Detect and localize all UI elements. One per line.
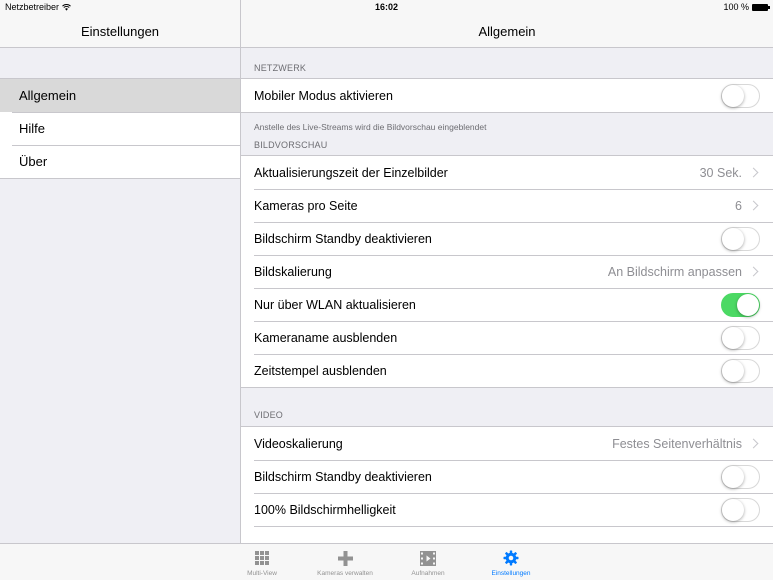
standby-preview-toggle[interactable] bbox=[721, 226, 760, 251]
row-partial bbox=[241, 526, 773, 543]
master-pane: Einstellungen Allgemein Hilfe Über bbox=[0, 0, 241, 543]
grid-icon bbox=[255, 551, 269, 565]
row-label: Nur über WLAN aktualisieren bbox=[254, 297, 416, 312]
screen: Netzbetreiber 16:02 100 % Einstellungen … bbox=[0, 0, 773, 580]
master-item-ueber[interactable]: Über bbox=[0, 145, 240, 178]
chevron-right-icon bbox=[748, 438, 759, 449]
section-header-bildvorschau: BILDVORSCHAU bbox=[254, 140, 328, 150]
tab-label: Kameras verwalten bbox=[317, 570, 373, 577]
row-image-scaling[interactable]: Bildskalierung An Bildschirm anpassen bbox=[241, 255, 773, 288]
row-cameras-per-page[interactable]: Kameras pro Seite 6 bbox=[241, 189, 773, 222]
chevron-right-icon bbox=[748, 266, 759, 277]
chevron-right-icon bbox=[748, 167, 759, 178]
group-bildvorschau: Aktualisierungszeit der Einzelbilder 30 … bbox=[241, 155, 773, 388]
chevron-right-icon bbox=[748, 200, 759, 211]
row-standby-video: Bildschirm Standby deaktivieren bbox=[241, 460, 773, 493]
section-header-video: VIDEO bbox=[254, 410, 284, 420]
detail-pane: Allgemein NETZWERK Mobiler Modus aktivie… bbox=[241, 0, 773, 543]
film-icon bbox=[420, 550, 436, 566]
status-time: 16:02 bbox=[374, 2, 399, 12]
tab-aufnahmen[interactable]: Aufnahmen bbox=[393, 549, 463, 577]
plus-icon bbox=[337, 550, 353, 566]
row-value: Festes Seitenverhältnis bbox=[612, 436, 742, 451]
row-video-scaling[interactable]: Videoskalierung Festes Seitenverhältnis bbox=[241, 427, 773, 460]
wlan-only-toggle[interactable] bbox=[721, 292, 760, 317]
row-refresh-time[interactable]: Aktualisierungszeit der Einzelbilder 30 … bbox=[241, 156, 773, 189]
master-title: Einstellungen bbox=[80, 24, 160, 39]
group-netzwerk: Mobiler Modus aktivieren bbox=[241, 78, 773, 113]
row-mobile-mode: Mobiler Modus aktivieren bbox=[241, 79, 773, 112]
row-hide-camera-name: Kameraname ausblenden bbox=[241, 321, 773, 354]
row-label: Videoskalierung bbox=[254, 436, 343, 451]
tab-einstellungen[interactable]: Einstellungen bbox=[476, 549, 546, 577]
group-video: Videoskalierung Festes Seitenverhältnis … bbox=[241, 426, 773, 543]
tab-label: Aufnahmen bbox=[411, 570, 445, 577]
row-value: 30 Sek. bbox=[699, 165, 742, 180]
brightness-toggle[interactable] bbox=[721, 497, 760, 522]
row-value: An Bildschirm anpassen bbox=[607, 264, 742, 279]
row-label: Kameras pro Seite bbox=[254, 198, 358, 213]
detail-title: Allgemein bbox=[478, 24, 536, 39]
row-label: Zeitstempel ausblenden bbox=[254, 363, 387, 378]
row-label: Bildschirm Standby deaktivieren bbox=[254, 469, 432, 484]
row-label: Bildschirm Standby deaktivieren bbox=[254, 231, 432, 246]
status-bar: Netzbetreiber 16:02 100 % bbox=[0, 0, 773, 14]
status-battery: 100 % bbox=[723, 2, 770, 12]
battery-percent: 100 % bbox=[723, 2, 749, 12]
master-item-allgemein[interactable]: Allgemein bbox=[0, 79, 240, 112]
row-value: 6 bbox=[735, 198, 742, 213]
master-item-hilfe[interactable]: Hilfe bbox=[0, 112, 240, 145]
row-label: Mobiler Modus aktivieren bbox=[254, 88, 393, 103]
master-list: Allgemein Hilfe Über bbox=[0, 78, 240, 179]
tab-label: Einstellungen bbox=[491, 570, 531, 577]
row-label: Bildskalierung bbox=[254, 264, 332, 279]
row-hide-timestamp: Zeitstempel ausblenden bbox=[241, 354, 773, 387]
row-brightness: 100% Bildschirmhelligkeit bbox=[241, 493, 773, 526]
row-label: Aktualisierungszeit der Einzelbilder bbox=[254, 165, 448, 180]
tab-label: Multi-View bbox=[247, 570, 277, 577]
section-footer-netzwerk: Anstelle des Live-Streams wird die Bildv… bbox=[254, 122, 487, 132]
row-label: Kameraname ausblenden bbox=[254, 330, 398, 345]
mobile-mode-toggle[interactable] bbox=[721, 83, 760, 108]
standby-video-toggle[interactable] bbox=[721, 464, 760, 489]
row-wlan-only: Nur über WLAN aktualisieren bbox=[241, 288, 773, 321]
row-standby-preview: Bildschirm Standby deaktivieren bbox=[241, 222, 773, 255]
tab-multi-view[interactable]: Multi-View bbox=[227, 549, 297, 577]
battery-icon bbox=[752, 3, 770, 11]
tab-kameras-verwalten[interactable]: Kameras verwalten bbox=[310, 549, 380, 577]
hide-timestamp-toggle[interactable] bbox=[721, 358, 760, 383]
hide-camera-name-toggle[interactable] bbox=[721, 325, 760, 350]
row-label: 100% Bildschirmhelligkeit bbox=[254, 502, 396, 517]
gear-icon bbox=[503, 550, 519, 566]
tab-bar: Multi-View Kameras verwalten Aufnahmen E… bbox=[0, 543, 773, 580]
section-header-netzwerk: NETZWERK bbox=[254, 63, 307, 73]
